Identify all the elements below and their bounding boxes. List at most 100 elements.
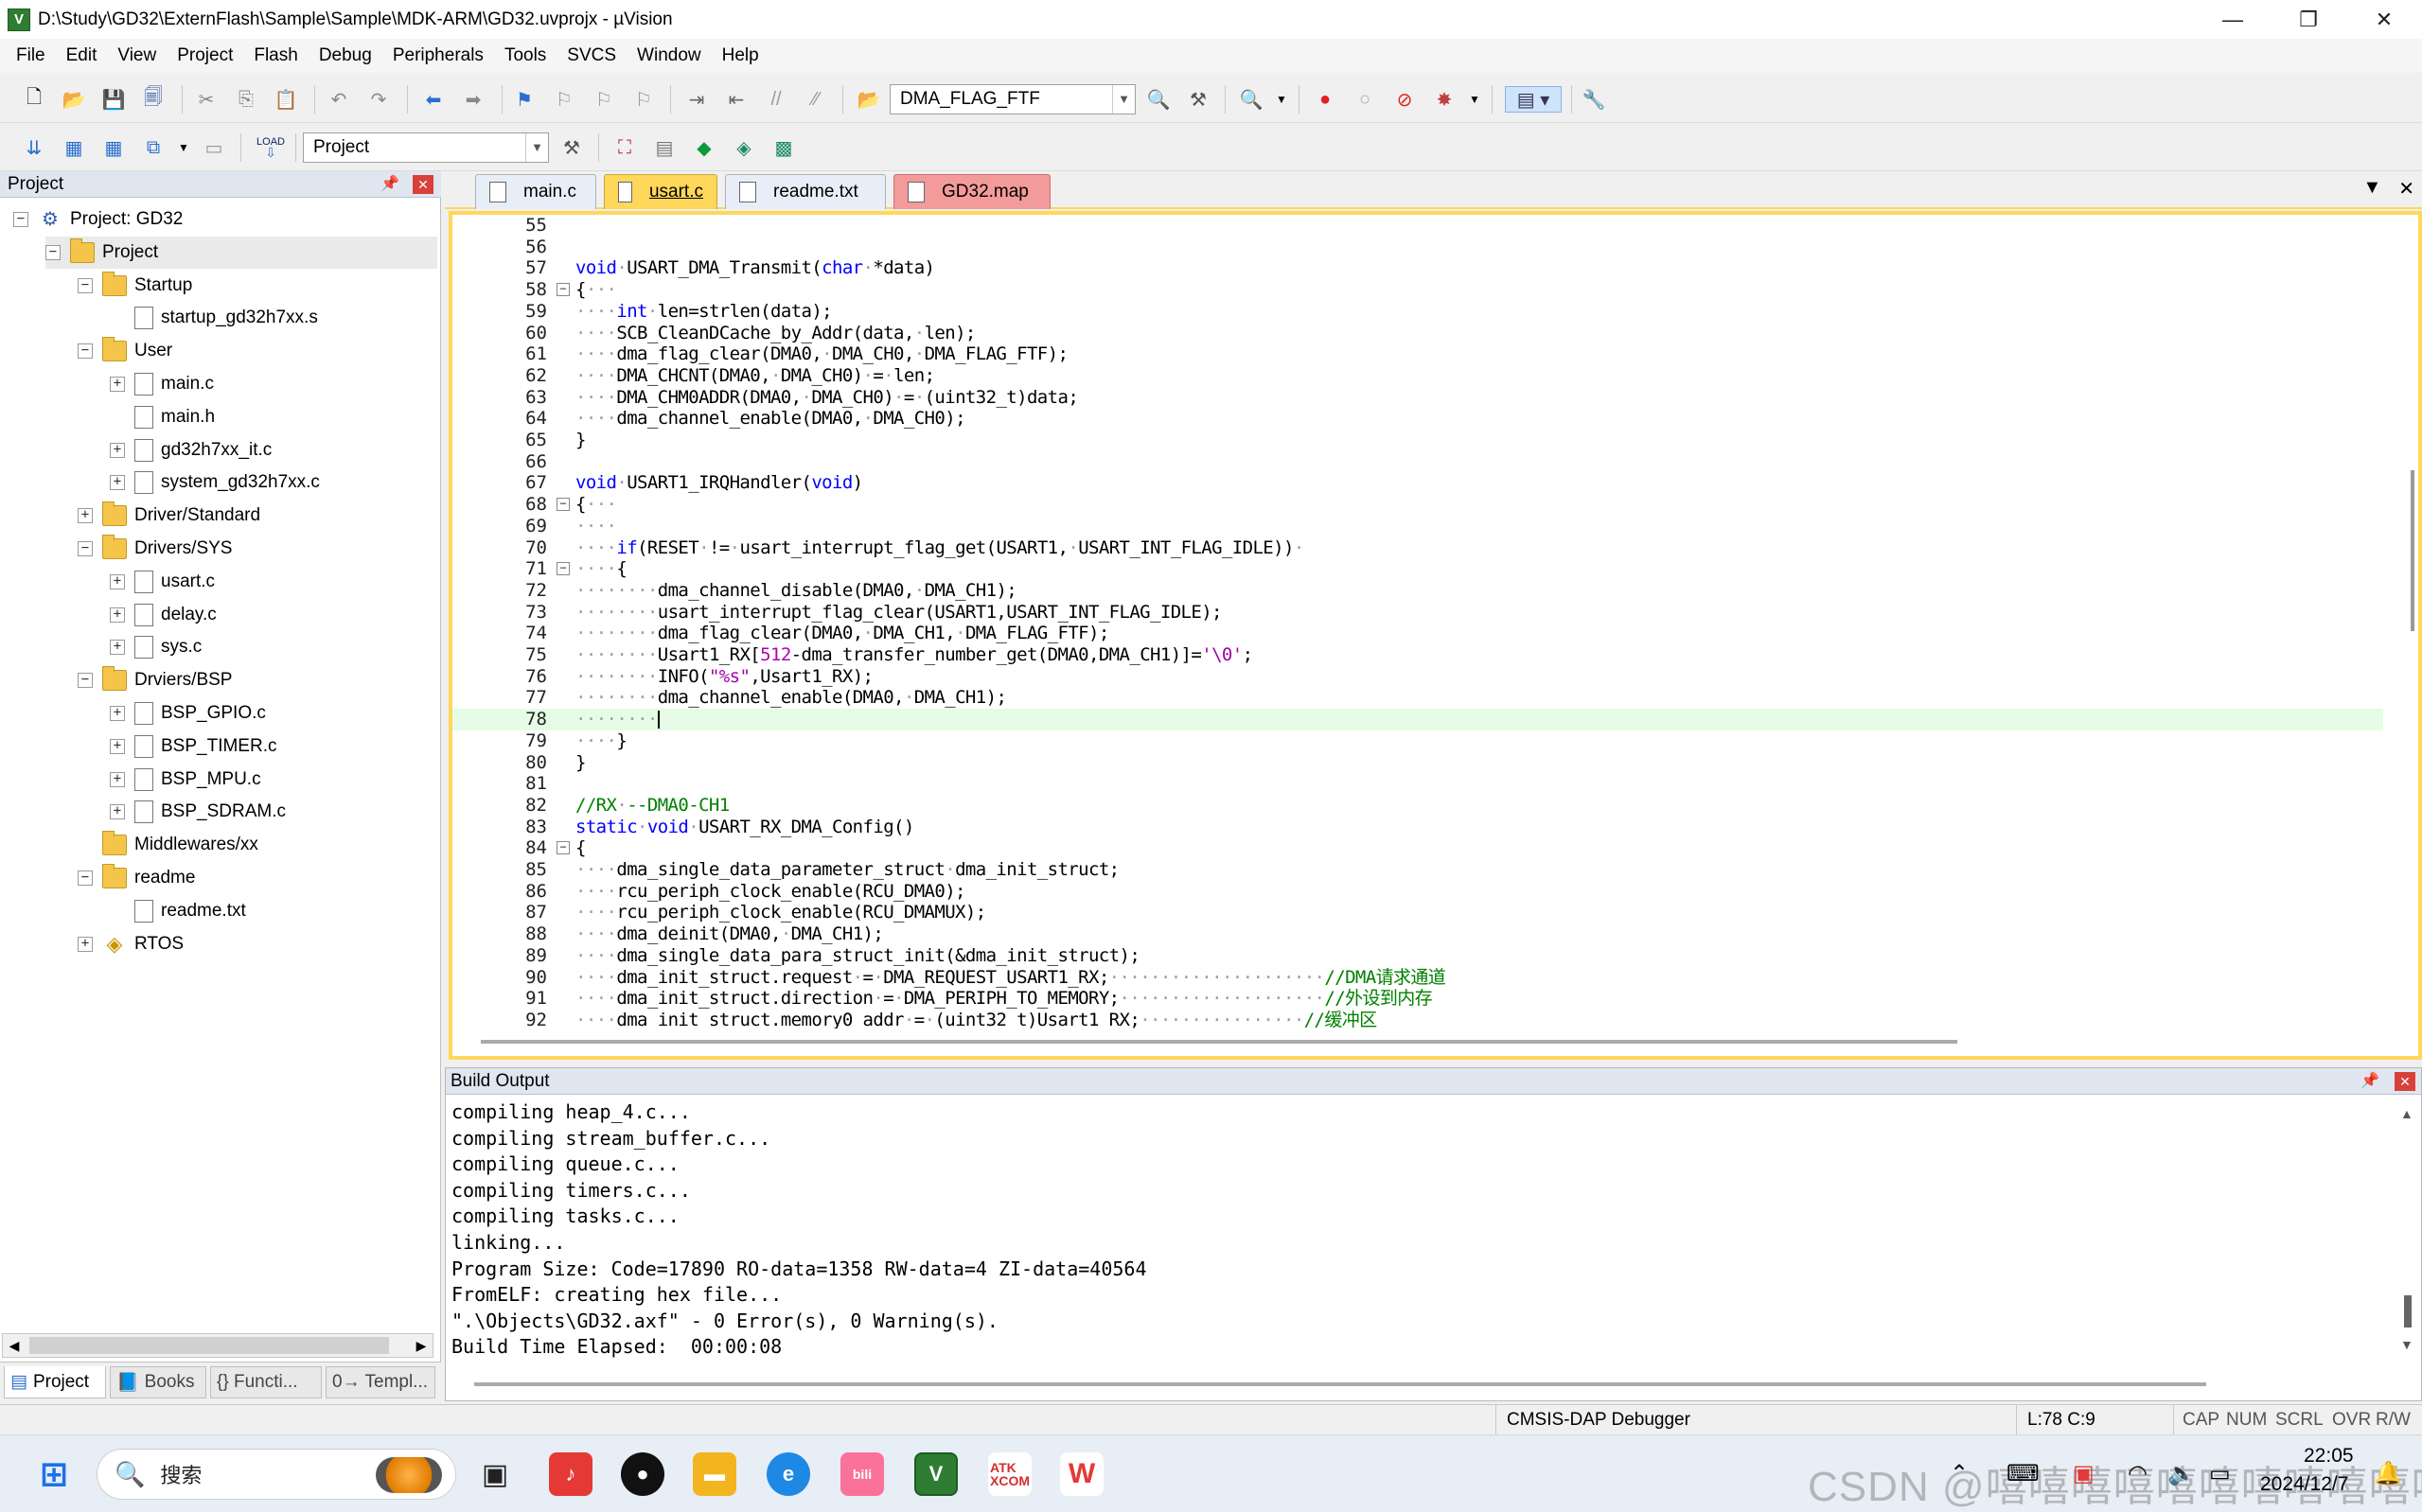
close-icon[interactable]: ✕ (2395, 1072, 2415, 1091)
code-line[interactable]: 60 ····SCB_CleanDCache_by_Addr(data,·len)… (452, 323, 2383, 344)
edge-icon[interactable]: e (767, 1452, 810, 1496)
code-line[interactable]: 88 ····dma_deinit(DMA0,·DMA_CH1); (452, 923, 2383, 945)
target-options-icon[interactable]: ⚒ (558, 134, 585, 161)
code-line[interactable]: 67 void·USART1_IRQHandler(void) (452, 472, 2383, 494)
expand-icon[interactable]: + (78, 936, 93, 952)
ime-icon[interactable]: ⌨ (2007, 1460, 2040, 1487)
taskbar-search[interactable]: 🔍 搜索 (97, 1449, 456, 1500)
code-line[interactable]: 86 ····rcu_periph_clock_enable(RCU_DMA0); (452, 881, 2383, 903)
code-line[interactable]: 59 ····int·len=strlen(data); (452, 301, 2383, 323)
code-line[interactable]: 71− ····{ (452, 558, 2383, 580)
clock-date[interactable]: 2024/12/7 (2260, 1473, 2348, 1496)
code-line[interactable]: 75 ········Usart1_RX[512-dma_transfer_num… (452, 644, 2383, 666)
disable-all-breakpoints-icon[interactable]: ⊘ (1391, 86, 1418, 113)
file-explorer-icon[interactable]: ▬ (693, 1452, 736, 1496)
code-editor[interactable]: 55 56 57 void·USART_DMA_Transmit(char·*data… (449, 211, 2422, 1060)
code-line[interactable]: 69 ···· (452, 516, 2383, 537)
pack-installer-icon[interactable]: ◈ (731, 134, 757, 161)
wps-icon[interactable]: W (1060, 1452, 1104, 1496)
tree-item[interactable]: + main.c (110, 368, 214, 400)
chevron-down-icon[interactable]: ▼ (1268, 86, 1295, 113)
manage-project-items-icon[interactable]: ⛶ (611, 134, 638, 161)
editor-horizontal-scrollbar[interactable] (481, 1040, 1957, 1044)
save-all-icon[interactable]: 🗐 (140, 86, 167, 113)
tree-item[interactable]: + usart.c (110, 566, 215, 598)
pin-icon[interactable]: 📌 (380, 171, 399, 198)
tree-item[interactable]: startup_gd32h7xx.s (110, 302, 318, 334)
close-window-button[interactable]: ✕ (2346, 0, 2422, 39)
tree-item[interactable]: main.h (110, 401, 215, 433)
chevron-down-icon[interactable]: ▼ (1461, 86, 1488, 113)
expand-icon[interactable]: + (78, 508, 93, 524)
project-horizontal-scrollbar[interactable]: ◀ ▶ (2, 1333, 433, 1358)
find-combo[interactable]: DMA_FLAG_FTF ▼ (890, 84, 1136, 114)
tree-item[interactable]: readme.txt (110, 895, 246, 927)
collapse-icon[interactable]: − (78, 870, 93, 886)
menu-view[interactable]: View (107, 39, 167, 73)
tray-app-icon[interactable]: ▣ (2073, 1460, 2095, 1487)
stop-build-icon[interactable]: ▭ (201, 134, 227, 161)
scroll-down-icon[interactable]: ▼ (2400, 1337, 2413, 1352)
debug-session-icon[interactable]: 🔍 (1238, 86, 1264, 113)
menu-edit[interactable]: Edit (56, 39, 108, 73)
fold-icon[interactable]: − (557, 562, 570, 576)
collapse-icon[interactable]: − (78, 541, 93, 556)
pin-icon[interactable]: 📌 (2360, 1068, 2379, 1095)
navigate-back-icon[interactable]: ⬅ (420, 86, 447, 113)
code-line[interactable]: 85 ····dma_single_data_parameter_struct·d… (452, 859, 2383, 881)
tree-item[interactable]: + ◈ RTOS (78, 928, 184, 960)
scroll-left-icon[interactable]: ◀ (5, 1336, 24, 1355)
prev-bookmark-icon[interactable]: ⚐ (551, 86, 577, 113)
tray-chevron-icon[interactable]: ⌃ (1950, 1460, 1969, 1487)
rebuild-icon[interactable]: ▦ (100, 134, 127, 161)
scroll-up-icon[interactable]: ▲ (2400, 1106, 2413, 1121)
code-line[interactable]: 78 ········ (452, 709, 2383, 730)
fold-icon[interactable]: − (557, 841, 570, 855)
code-line[interactable]: 56 (452, 237, 2383, 258)
windows-start-icon[interactable]: ⊞ (32, 1452, 76, 1496)
batch-build-icon[interactable]: ⧉ (140, 134, 167, 161)
build-icon[interactable]: ▦ (61, 134, 87, 161)
editor-vertical-scrollbar[interactable] (2411, 470, 2414, 631)
code-line[interactable]: 73 ········usart_interrupt_flag_clear(USA… (452, 602, 2383, 624)
scrollbar-thumb[interactable] (2404, 1295, 2412, 1327)
code-line[interactable]: 72 ········dma_channel_disable(DMA0,·DMA_… (452, 580, 2383, 602)
code-line[interactable]: 90 ····dma_init_struct.request·=·DMA_REQU… (452, 967, 2383, 989)
maximize-button[interactable]: ❐ (2271, 0, 2346, 39)
menu-svcs[interactable]: SVCS (557, 39, 627, 73)
kill-all-breakpoints-icon[interactable]: ✸ (1431, 86, 1458, 113)
comment-icon[interactable]: // (763, 86, 789, 113)
code-line[interactable]: 62 ····DMA_CHCNT(DMA0,·DMA_CH0)·=·len; (452, 365, 2383, 387)
menu-peripherals[interactable]: Peripherals (382, 39, 494, 73)
code-line[interactable]: 76 ········INFO("%s",Usart1_RX); (452, 666, 2383, 688)
unindent-icon[interactable]: ⇤ (723, 86, 750, 113)
breakpoint-icon[interactable]: ● (1312, 86, 1338, 113)
code-line[interactable]: 80} (452, 752, 2383, 774)
menu-tools[interactable]: Tools (494, 39, 557, 73)
tab-list-dropdown-icon[interactable]: ▼ (2362, 177, 2381, 201)
tab-functions[interactable]: {} Functi... (210, 1366, 322, 1398)
notification-bell-icon[interactable]: 🔔 (2374, 1460, 2402, 1487)
github-icon[interactable]: ● (621, 1452, 664, 1496)
tree-item[interactable]: + sys.c (110, 631, 202, 663)
chevron-down-icon[interactable]: ▼ (525, 133, 548, 162)
code-line[interactable]: 58− {··· (452, 279, 2383, 301)
tree-item[interactable]: + BSP_MPU.c (110, 764, 261, 796)
close-icon[interactable]: ✕ (413, 175, 433, 194)
code-line[interactable]: 92 ····dma_init_struct.memory0_addr·=·(ui… (452, 1010, 2383, 1029)
code-line[interactable]: 68− {··· (452, 494, 2383, 516)
event-recorder-icon[interactable]: ▩ (770, 134, 797, 161)
copy-icon[interactable]: ⎘ (233, 86, 259, 113)
chevron-down-icon[interactable]: ▼ (1112, 85, 1135, 114)
tab-readme-txt[interactable]: readme.txt (725, 174, 886, 209)
code-line[interactable]: 82 //RX·--DMA0-CH1 (452, 795, 2383, 817)
netease-music-icon[interactable]: ♪ (549, 1452, 592, 1496)
volume-icon[interactable]: 🔈 (2167, 1460, 2196, 1487)
battery-icon[interactable]: ▭ (2209, 1460, 2231, 1487)
scroll-right-icon[interactable]: ▶ (412, 1336, 431, 1355)
uvision-taskbar-icon[interactable]: V (914, 1452, 958, 1496)
tree-item[interactable]: − Drviers/BSP (78, 664, 232, 696)
open-file-icon[interactable]: 📂 (61, 86, 87, 113)
translate-icon[interactable]: ⇊ (21, 134, 47, 161)
tab-books[interactable]: 📘 Books (110, 1366, 206, 1398)
